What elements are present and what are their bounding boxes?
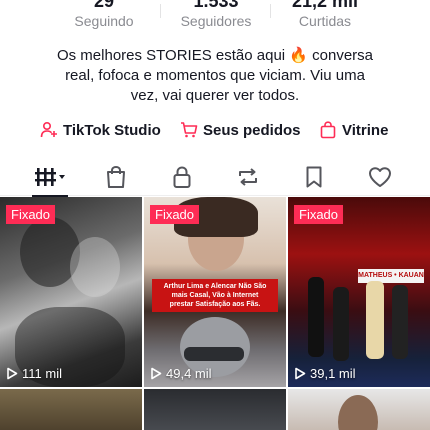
followers-stat[interactable]: 1.533 Seguidores bbox=[161, 0, 271, 30]
video-caption-overlay: Arthur Lima e Alencar Não São mais Casal… bbox=[152, 279, 278, 312]
caption-line: mais Casal, Vão à Internet bbox=[171, 292, 259, 299]
video-thumbnail[interactable]: MATHEUS • KAUAN Fixado 39,1 mil bbox=[288, 197, 430, 387]
bio-line: Os melhores STORIES estão aqui 🔥 convers… bbox=[56, 47, 374, 64]
view-count: 49,4 mil bbox=[150, 366, 212, 381]
profile-stats: 29 Seguindo 1.533 Seguidores 21,2 mil Cu… bbox=[0, 0, 430, 36]
tab-private[interactable] bbox=[162, 162, 202, 192]
video-thumbnail[interactable]: Arthur Lima e Alencar Não São mais Casal… bbox=[144, 197, 286, 387]
following-count: 29 bbox=[93, 0, 115, 11]
shopping-bag-icon bbox=[107, 165, 125, 188]
play-icon bbox=[151, 367, 162, 380]
cart-icon bbox=[181, 122, 198, 138]
person-plus-icon bbox=[40, 121, 57, 138]
pinned-badge: Fixado bbox=[294, 205, 344, 224]
video-thumbnail[interactable] bbox=[0, 389, 142, 430]
showcase-label: Vitrine bbox=[342, 121, 389, 139]
bookmark-icon bbox=[306, 166, 322, 188]
view-count-label: 39,1 mil bbox=[310, 366, 356, 381]
shopping-bag-icon bbox=[320, 121, 336, 139]
view-count: 111 mil bbox=[6, 366, 62, 381]
video-thumbnail[interactable] bbox=[288, 389, 430, 430]
view-count-label: 111 mil bbox=[22, 366, 62, 381]
tab-videos[interactable] bbox=[30, 162, 70, 197]
play-icon bbox=[295, 367, 306, 380]
caption-line: Arthur Lima e Alencar Não São bbox=[163, 283, 267, 290]
showcase-link[interactable]: Vitrine bbox=[319, 118, 388, 142]
profile-links: TikTok Studio Seus pedidos Vitrine bbox=[0, 118, 430, 142]
tab-favorites[interactable] bbox=[294, 162, 334, 192]
orders-label: Seus pedidos bbox=[203, 121, 301, 139]
heart-icon bbox=[369, 167, 391, 187]
bio-line: real, fofoca e momentos que viciam. Viu … bbox=[65, 67, 365, 84]
likes-label: Curtidas bbox=[298, 13, 352, 29]
caption-line: prestar Satisfação aos Fãs. bbox=[169, 301, 261, 308]
profile-tabs bbox=[0, 158, 430, 197]
likes-count: 21,2 mil bbox=[291, 0, 359, 11]
orders-link[interactable]: Seus pedidos bbox=[180, 118, 301, 142]
followers-label: Seguidores bbox=[180, 13, 252, 29]
profile-bio: Os melhores STORIES estão aqui 🔥 convers… bbox=[30, 46, 400, 106]
followers-count: 1.533 bbox=[193, 0, 239, 11]
likes-stat[interactable]: 21,2 mil Curtidas bbox=[270, 0, 380, 30]
view-count-label: 49,4 mil bbox=[166, 366, 212, 381]
grid-icon bbox=[35, 168, 65, 186]
following-label: Seguindo bbox=[74, 13, 134, 29]
repost-icon bbox=[239, 168, 257, 186]
lock-icon bbox=[173, 166, 191, 188]
video-thumbnail[interactable] bbox=[144, 389, 286, 430]
view-count: 39,1 mil bbox=[294, 366, 356, 381]
video-thumbnail[interactable]: Fixado 111 mil bbox=[0, 197, 142, 387]
tab-liked[interactable] bbox=[360, 162, 400, 192]
tab-reposts[interactable] bbox=[228, 162, 268, 192]
bio-line: vez, vai querer ver todos. bbox=[130, 87, 300, 104]
following-stat[interactable]: 29 Seguindo bbox=[49, 0, 159, 30]
play-icon bbox=[7, 367, 18, 380]
tab-shop[interactable] bbox=[96, 162, 136, 192]
tiktok-studio-label: TikTok Studio bbox=[63, 121, 161, 139]
pinned-badge: Fixado bbox=[150, 205, 200, 224]
tiktok-studio-link[interactable]: TikTok Studio bbox=[40, 118, 161, 142]
pinned-badge: Fixado bbox=[6, 205, 56, 224]
